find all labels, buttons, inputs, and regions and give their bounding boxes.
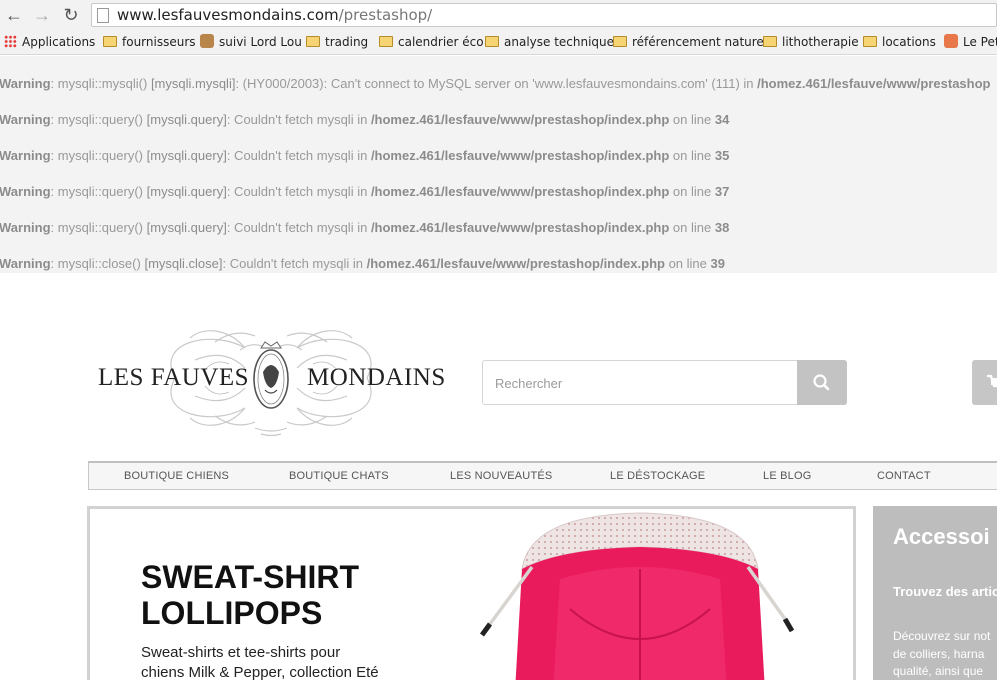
back-arrow-icon[interactable]: ← [4,5,24,25]
slide-title: SWEAT-SHIRT LOLLIPOPS [141,559,360,631]
warning-line: Warning: mysqli::query() [mysqli.query]:… [0,184,730,199]
bookmark-le-pet[interactable]: Le Pet [944,34,997,52]
bookmark-fournisseurs[interactable]: fournisseurs [103,34,196,52]
menu-item-destockage[interactable]: LE DÉSTOCKAGE [610,470,705,482]
cart-button[interactable] [972,360,997,405]
homepage-slide[interactable]: SWEAT-SHIRT LOLLIPOPS Sweat-shirts et te… [87,506,856,680]
accessories-banner[interactable]: Accessoi Trouvez des artic Découvrez sur… [873,506,997,680]
banner-text: Découvrez sur not de colliers, harna qua… [893,629,991,678]
slide-description: Sweat-shirts et tee-shirts pour chiens M… [141,644,379,680]
bookmark-analyse-technique[interactable]: analyse technique [485,34,614,52]
warning-line: Warning: mysqli::query() [mysqli.query]:… [0,112,730,127]
address-bar[interactable]: www.lesfauvesmondains.com/prestashop/ [91,3,997,27]
menu-item-blog[interactable]: LE BLOG [763,470,811,482]
bookmark-locations[interactable]: locations [863,34,936,52]
logo-text-left: LES FAUVES [98,364,250,391]
search-input[interactable] [495,373,795,393]
reload-icon[interactable]: ↻ [61,5,81,25]
folder-icon [613,36,627,47]
banner-subtitle: Trouvez des artic [893,584,997,599]
site-icon [200,34,214,48]
browser-toolbar: ← → ↻ www.lesfauvesmondains.com/prestash… [0,0,997,30]
logo-text-right: MONDAINS [307,364,446,391]
bookmarks-bar: Applications fournisseurs suivi Lord Lou… [0,30,997,55]
shop-logo[interactable]: LES FAUVES MONDAINS [95,320,447,438]
page-icon [97,8,109,23]
folder-icon [863,36,877,47]
folder-icon [763,36,777,47]
bookmark-trading[interactable]: trading [306,34,368,52]
url-text[interactable]: www.lesfauvesmondains.com/prestashop/ [117,6,432,24]
bookmark-referencement-naturel[interactable]: référencement naturel [613,34,767,52]
banner-title: Accessoi [893,524,990,549]
warning-line: Warning: mysqli::query() [mysqli.query]:… [0,148,730,163]
folder-icon [306,36,320,47]
forward-arrow-icon[interactable]: → [32,5,52,25]
bookmark-lithotherapie[interactable]: lithotherapie [763,34,859,52]
cart-icon [987,374,997,388]
warning-line: Warning: mysqli::close() [mysqli.close]:… [0,256,725,271]
menu-item-boutique-chats[interactable]: BOUTIQUE CHATS [289,470,389,482]
warning-line: Warning: mysqli::query() [mysqli.query]:… [0,220,730,235]
bookmark-applications[interactable]: Applications [4,34,95,52]
folder-icon [379,36,393,47]
apps-grid-icon [4,35,17,48]
site-icon [944,34,958,48]
php-warnings: Warning: mysqli::mysqli() [mysqli.mysqli… [0,56,997,273]
search-button[interactable] [797,360,847,405]
warning-line: Warning: mysqli::mysqli() [mysqli.mysqli… [0,76,991,91]
menu-item-contact[interactable]: CONTACT [877,470,931,482]
search-box [482,360,847,405]
folder-icon [103,36,117,47]
folder-icon [485,36,499,47]
bookmark-suivi-lord-lou[interactable]: suivi Lord Lou [200,34,302,52]
search-icon [813,374,830,391]
bookmark-calendrier-eco[interactable]: calendrier éco [379,34,484,52]
main-menu: BOUTIQUE CHIENS BOUTIQUE CHATS LES NOUVE… [88,461,997,490]
menu-item-nouveautes[interactable]: LES NOUVEAUTÉS [450,470,552,482]
hoodie-product-image [479,512,795,680]
menu-item-boutique-chiens[interactable]: BOUTIQUE CHIENS [124,470,229,482]
